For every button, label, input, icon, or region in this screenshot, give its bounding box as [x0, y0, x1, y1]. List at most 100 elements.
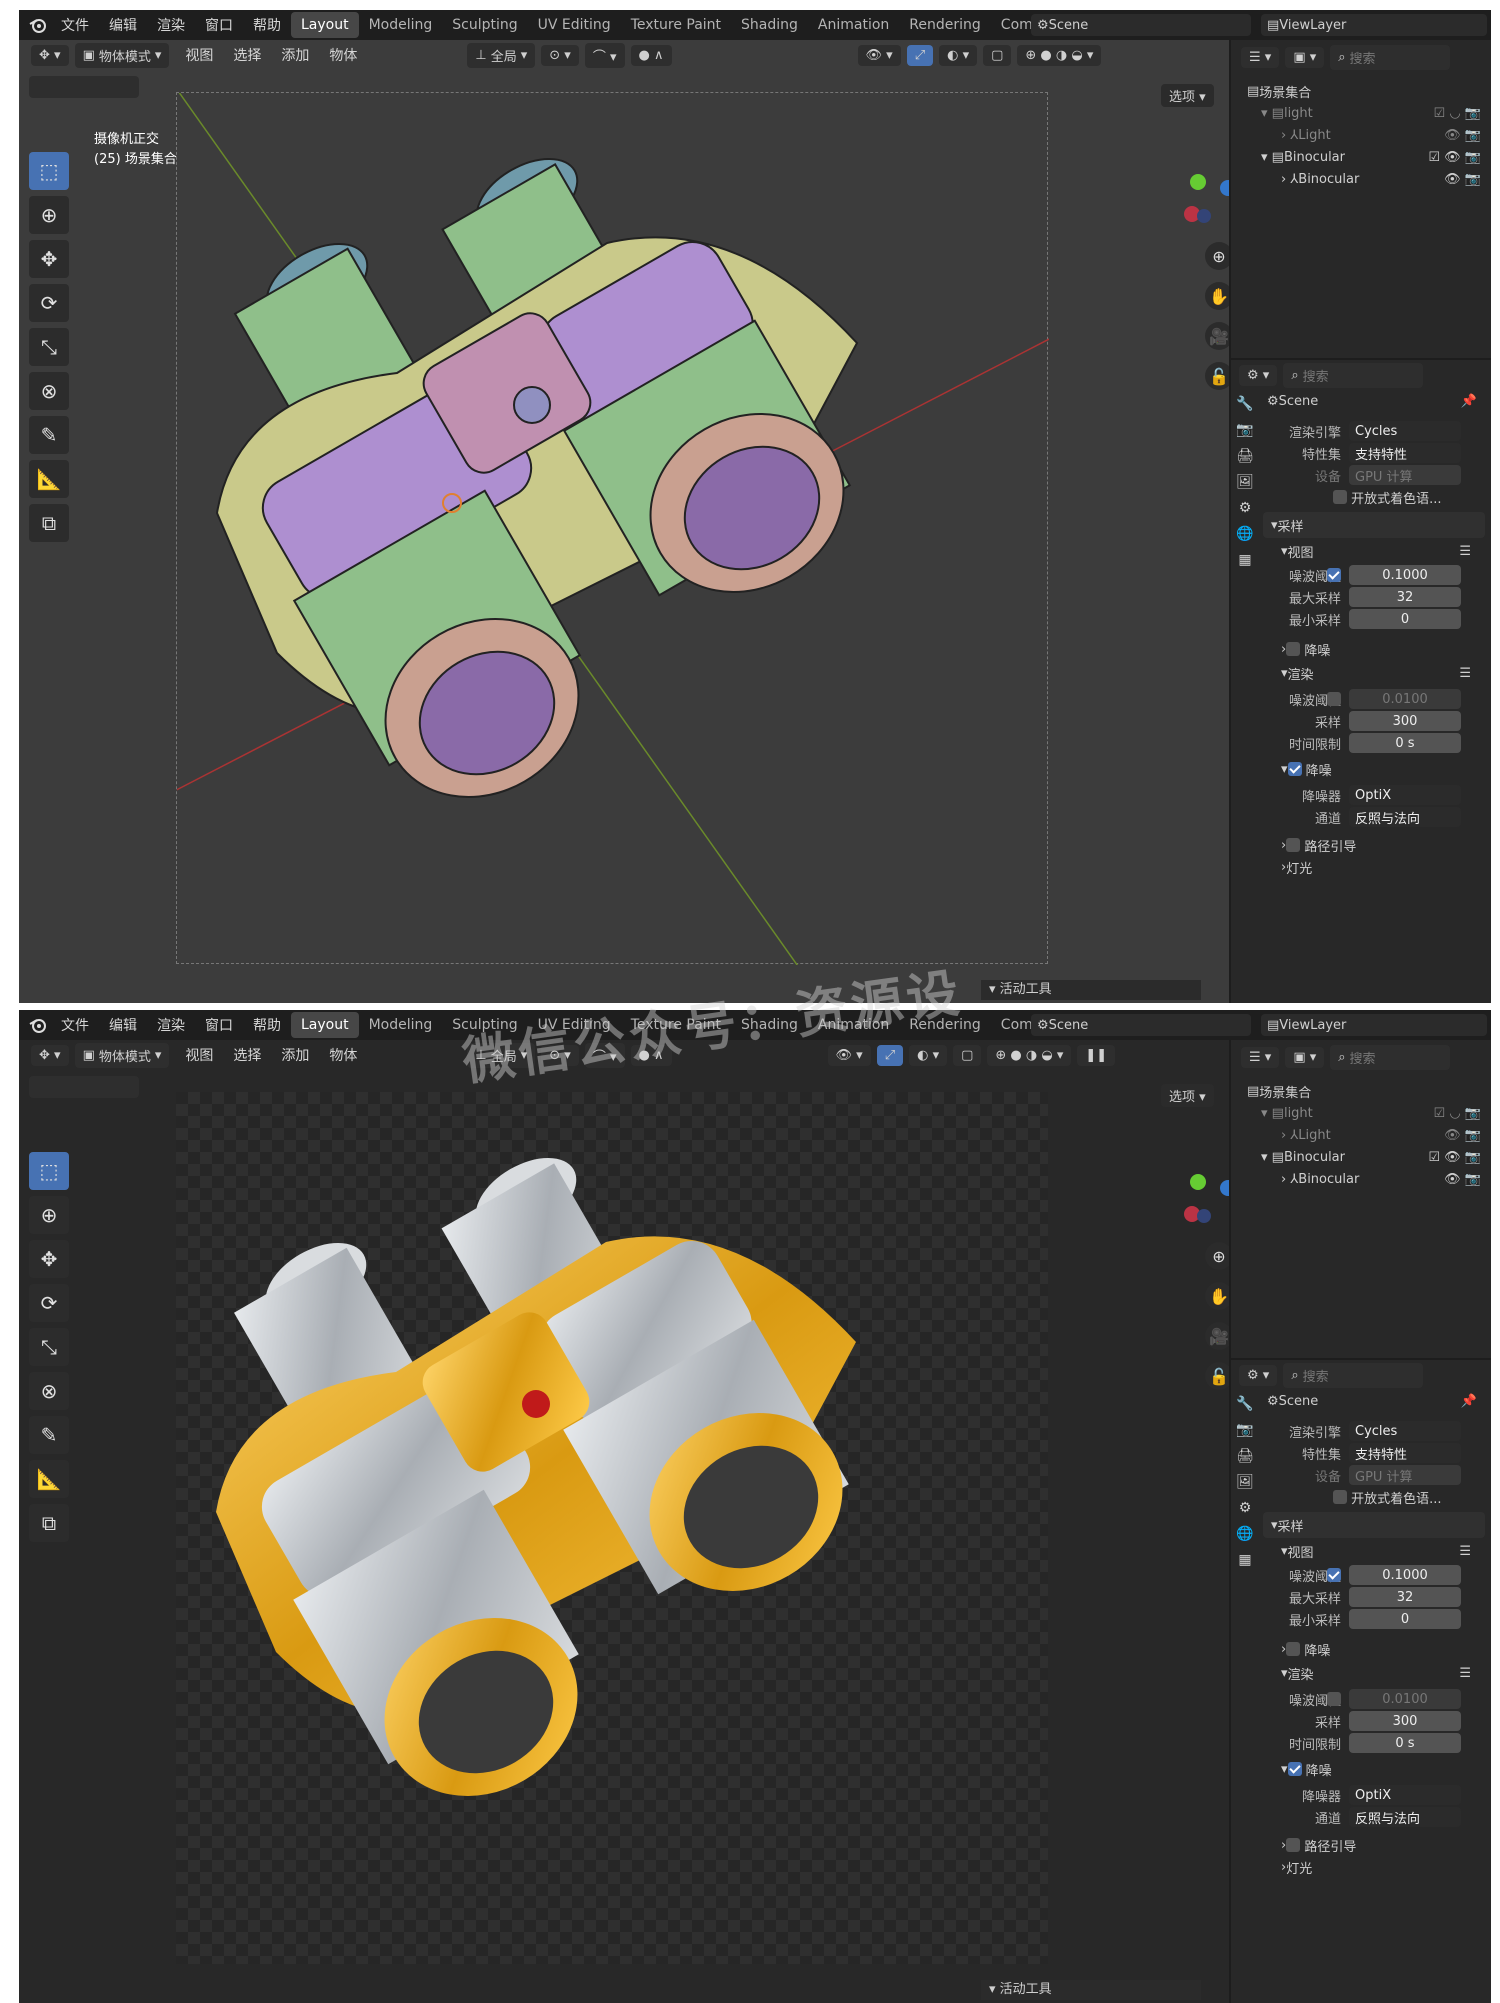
options-button[interactable]: 选项 ▾ — [1161, 1084, 1214, 1107]
max-samples-field[interactable]: 32 — [1349, 1587, 1461, 1607]
camera-view-icon[interactable]: 🎥 — [1205, 1322, 1229, 1350]
gizmo-toggle[interactable]: ⤢ — [906, 44, 934, 66]
denoiser-dropdown[interactable]: OptiX — [1349, 785, 1461, 805]
visibility-icons[interactable]: ☑ 👁 📷 — [1428, 150, 1481, 165]
properties-search[interactable]: ⌕ 搜索 — [1283, 1362, 1424, 1388]
render-noise-threshold-checkbox[interactable] — [1327, 692, 1341, 706]
path-guiding-subpanel[interactable]: › 路径引导 — [1231, 834, 1491, 856]
select-box-tool[interactable]: ⬚ — [29, 152, 69, 190]
add-cube-tool[interactable]: ⧉ — [29, 504, 69, 542]
render-denoise-subpanel[interactable]: ▾ 降噪 — [1231, 758, 1491, 780]
viewport-denoise-subpanel[interactable]: › 降噪 — [1231, 638, 1491, 660]
zoom-icon[interactable]: ⊕ — [1205, 242, 1229, 270]
list-icon[interactable]: ☰ — [1459, 1666, 1471, 1681]
osl-row[interactable]: 开放式着色语... — [1231, 1486, 1491, 1508]
overlay-toggle[interactable]: ◐ ▾ — [909, 1044, 948, 1066]
pin-icon[interactable]: 📌 — [1461, 394, 1477, 409]
list-icon[interactable]: ☰ — [1459, 544, 1471, 559]
tab-layout[interactable]: Layout — [291, 1012, 359, 1038]
passes-dropdown[interactable]: 反照与法向 — [1349, 807, 1461, 827]
noise-threshold-field[interactable]: 0.1000 — [1349, 565, 1461, 585]
viewport-denoise-subpanel[interactable]: › 降噪 — [1231, 1638, 1491, 1660]
viewport-denoise-checkbox[interactable] — [1286, 1642, 1301, 1656]
visibility-icons[interactable]: 👁 📷 — [1444, 1128, 1481, 1143]
passes-dropdown[interactable]: 反照与法向 — [1349, 1807, 1461, 1827]
menu-file[interactable]: 文件 — [51, 1015, 99, 1035]
outliner-row-light-collection[interactable]: ▾ ▤ light ☑ ◡ 📷 — [1231, 1102, 1491, 1124]
samples-field[interactable]: 300 — [1349, 711, 1461, 731]
samples-field[interactable]: 300 — [1349, 1711, 1461, 1731]
transform-orientation[interactable]: ⊥ 全局 ▾ — [467, 42, 536, 68]
time-limit-field[interactable]: 0 s — [1349, 1733, 1461, 1753]
outliner-row-scene-collection[interactable]: ▤ 场景集合 — [1231, 1080, 1491, 1102]
add-cube-tool[interactable]: ⧉ — [29, 1504, 69, 1542]
noise-threshold-checkbox[interactable] — [1327, 568, 1341, 582]
menu-file[interactable]: 文件 — [51, 15, 99, 35]
menu-help[interactable]: 帮助 — [243, 15, 291, 35]
visibility-icons[interactable]: ☑ ◡ 📷 — [1434, 106, 1481, 121]
outliner-row-scene-collection[interactable]: ▤ 场景集合 — [1231, 80, 1491, 102]
tab-rendering[interactable]: Rendering — [899, 12, 991, 38]
min-samples-field[interactable]: 0 — [1349, 609, 1461, 629]
lights-subpanel[interactable]: › 灯光 — [1231, 1856, 1491, 1878]
menu-edit[interactable]: 编辑 — [99, 15, 147, 35]
menu-view[interactable]: 视图 — [175, 45, 223, 65]
blender-logo-icon[interactable] — [25, 1012, 51, 1038]
lock-icon[interactable]: 🔓 — [1205, 362, 1229, 390]
scale-tool[interactable]: ⤡ — [29, 1328, 69, 1366]
visibility-icons[interactable]: 👁 📷 — [1444, 1172, 1481, 1187]
menu-edit[interactable]: 编辑 — [99, 1015, 147, 1035]
menu-object[interactable]: 物体 — [319, 1045, 367, 1065]
path-guiding-subpanel[interactable]: › 路径引导 — [1231, 1834, 1491, 1856]
gizmo-toggle[interactable]: ⤢ — [876, 1044, 904, 1066]
rotate-tool[interactable]: ⟳ — [29, 284, 69, 322]
pin-icon[interactable]: 📌 — [1461, 1394, 1477, 1409]
properties-search[interactable]: ⌕ 搜索 — [1283, 362, 1424, 388]
outliner-row-binocular-collection[interactable]: ▾ ▤ Binocular ☑ 👁 📷 — [1231, 146, 1491, 168]
viewport-denoise-checkbox[interactable] — [1286, 642, 1301, 656]
menu-add[interactable]: 添加 — [271, 45, 319, 65]
device-dropdown[interactable]: GPU 计算 — [1349, 465, 1461, 485]
feature-set-dropdown[interactable]: 支持特性 — [1349, 443, 1461, 463]
path-guiding-checkbox[interactable] — [1286, 1838, 1301, 1852]
outliner-display-mode[interactable]: ▣ ▾ — [1285, 1046, 1325, 1068]
camera-view-icon[interactable]: 🎥 — [1205, 322, 1229, 350]
move-tool[interactable]: ✥ — [29, 1240, 69, 1278]
path-guiding-checkbox[interactable] — [1286, 838, 1301, 852]
visibility-icons[interactable]: ☑ ◡ 📷 — [1434, 1106, 1481, 1121]
feature-set-dropdown[interactable]: 支持特性 — [1349, 1443, 1461, 1463]
mode-dropdown[interactable]: ▣ 物体模式 ▾ — [74, 42, 170, 68]
mode-dropdown[interactable]: ▣ 物体模式 ▾ — [74, 1042, 170, 1068]
move-tool[interactable]: ✥ — [29, 240, 69, 278]
render-subpanel[interactable]: ▾ 渲染 ☰ — [1231, 662, 1491, 684]
menu-render[interactable]: 渲染 — [147, 1015, 195, 1035]
noise-threshold-field[interactable]: 0.1000 — [1349, 1565, 1461, 1585]
xray-toggle[interactable]: ▢ — [953, 1044, 982, 1066]
outliner-row-binocular-object[interactable]: › ⅄ Binocular 👁 📷 — [1231, 168, 1491, 190]
tab-sculpting[interactable]: Sculpting — [442, 12, 527, 38]
denoiser-dropdown[interactable]: OptiX — [1349, 1785, 1461, 1805]
sampling-panel[interactable]: ▾ 采样 — [1263, 512, 1485, 538]
outliner-editor-type[interactable]: ☰ ▾ — [1241, 1046, 1280, 1068]
properties-editor-type[interactable]: ⚙ ▾ — [1239, 1364, 1278, 1386]
options-button[interactable]: 选项 ▾ — [1161, 84, 1214, 107]
outliner-editor-type[interactable]: ☰ ▾ — [1241, 46, 1280, 68]
device-dropdown[interactable]: GPU 计算 — [1349, 1465, 1461, 1485]
3d-viewport[interactable]: ✥ ▾ ▣ 物体模式 ▾ 视图 选择 添加 物体 ⊥ 全局 ▾ ⊙ ▾ ⌒ ▾ ● … — [19, 40, 1229, 1003]
render-noise-threshold-field[interactable]: 0.0100 — [1349, 1689, 1461, 1709]
3d-viewport[interactable]: ✥ ▾ ▣ 物体模式 ▾ 视图 选择 添加 物体 ⊥ 全局 ▾ ⊙ ▾ ⌒ ▾ ● … — [19, 1040, 1229, 2003]
max-samples-field[interactable]: 32 — [1349, 587, 1461, 607]
pan-hand-icon[interactable]: ✋ — [1205, 1282, 1229, 1310]
xray-toggle[interactable]: ▢ — [983, 44, 1012, 66]
active-tool-panel[interactable]: ▾ 活动工具 — [981, 1980, 1201, 2000]
viewport-subpanel[interactable]: ▾ 视图 ☰ — [1231, 540, 1491, 562]
min-samples-field[interactable]: 0 — [1349, 1609, 1461, 1629]
visibility-icons[interactable]: ☑ 👁 📷 — [1428, 1150, 1481, 1165]
rotate-tool[interactable]: ⟳ — [29, 1284, 69, 1322]
cursor-tool[interactable]: ⊕ — [29, 196, 69, 234]
select-box-tool[interactable]: ⬚ — [29, 1152, 69, 1190]
axis-gizmo[interactable] — [1184, 1170, 1229, 1230]
tab-modeling[interactable]: Modeling — [359, 12, 443, 38]
osl-row[interactable]: 开放式着色语... — [1231, 486, 1491, 508]
pan-hand-icon[interactable]: ✋ — [1205, 282, 1229, 310]
